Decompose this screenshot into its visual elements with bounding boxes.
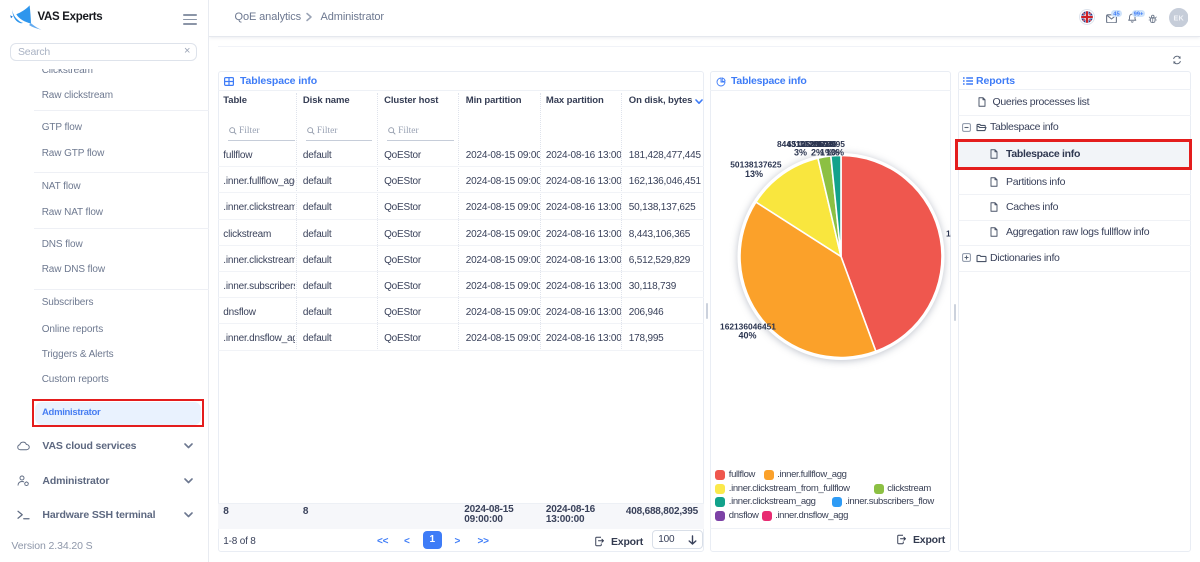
svg-text:0%: 0% [831, 148, 844, 158]
svg-text:3%: 3% [794, 148, 807, 158]
svg-text:45: 45 [1113, 11, 1120, 17]
svg-text:99+: 99+ [1133, 11, 1143, 17]
svg-text:50138137625: 50138137625 [730, 160, 782, 170]
svg-text:13%: 13% [745, 169, 763, 179]
svg-text:40%: 40% [738, 331, 756, 341]
svg-text:EK: EK [1173, 13, 1184, 22]
svg-text:181428477445: 181428477445 [946, 229, 951, 239]
